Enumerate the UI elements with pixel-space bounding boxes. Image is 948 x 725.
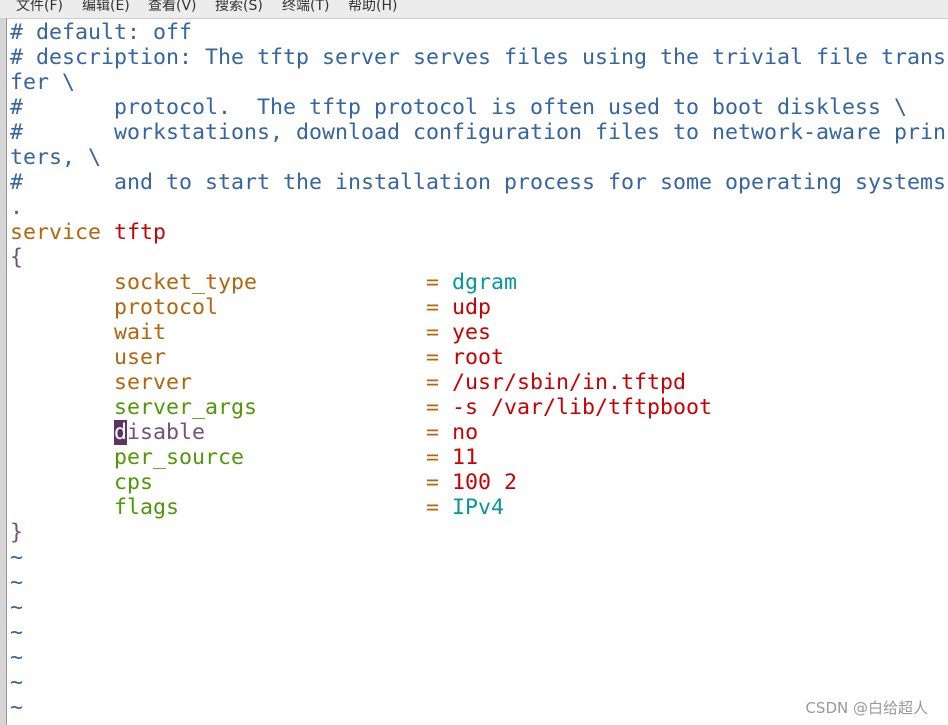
- editor-line: wait = yes: [10, 320, 946, 345]
- menu-item[interactable]: 编辑(E): [82, 0, 130, 13]
- editor-line: {: [10, 245, 946, 270]
- cursor: d: [114, 420, 128, 445]
- menu-item[interactable]: 帮助(H): [348, 0, 397, 13]
- code-token: =: [426, 270, 453, 295]
- code-token: # default: off: [10, 20, 193, 45]
- code-token: socket_type: [10, 270, 427, 295]
- code-token: ~: [10, 570, 24, 595]
- code-token: =: [426, 470, 453, 495]
- editor-line: ters, \: [10, 145, 946, 170]
- editor-line: server_args = -s /var/lib/tftpboot: [10, 395, 946, 420]
- editor-line: ~: [10, 645, 946, 670]
- editor-line: cps = 100 2: [10, 470, 946, 495]
- editor-line: # workstations, download configuration f…: [10, 120, 946, 145]
- code-token: tftp: [114, 220, 167, 245]
- code-token: }: [10, 520, 24, 545]
- editor-line: socket_type = dgram: [10, 270, 946, 295]
- code-token: /usr/sbin/in.tftpd: [452, 370, 687, 395]
- code-token: # description: The tftp server serves fi…: [10, 45, 947, 70]
- code-token: ~: [10, 545, 24, 570]
- menu-item[interactable]: 终端(T): [282, 0, 329, 13]
- menu-item[interactable]: 搜索(S): [215, 0, 263, 13]
- menu-bar: 文件(F) 编辑(E) 查看(V) 搜索(S) 终端(T) 帮助(H): [0, 0, 948, 19]
- editor-line: flags = IPv4: [10, 495, 946, 520]
- code-token: =: [426, 420, 453, 445]
- editor-line: ~: [10, 570, 946, 595]
- code-token: # and to start the installation process …: [10, 170, 947, 195]
- code-token: ~: [10, 695, 24, 720]
- code-token: no: [452, 420, 479, 445]
- editor-line: ~: [10, 670, 946, 695]
- menu-item[interactable]: 查看(V): [148, 0, 197, 13]
- code-token: =: [426, 495, 453, 520]
- code-token: flags: [10, 495, 427, 520]
- code-token: ~: [10, 595, 24, 620]
- code-token: =: [426, 320, 453, 345]
- code-token: fer \: [10, 70, 76, 95]
- code-token: server_args: [10, 395, 427, 420]
- code-token: isable: [127, 420, 427, 445]
- watermark: CSDN @白给超人: [805, 699, 928, 717]
- code-token: =: [426, 295, 453, 320]
- code-token: protocol: [10, 295, 427, 320]
- code-token: .: [10, 195, 24, 220]
- code-token: # workstations, download configuration f…: [10, 120, 947, 145]
- code-token: =: [426, 395, 453, 420]
- editor-line: service tftp: [10, 220, 946, 245]
- editor-line: ~: [10, 595, 946, 620]
- editor-line: ~: [10, 545, 946, 570]
- editor-line: ~: [10, 620, 946, 645]
- code-token: -s /var/lib/tftpboot: [452, 395, 713, 420]
- code-token: =: [426, 345, 453, 370]
- code-token: 11: [452, 445, 479, 470]
- vim-editor[interactable]: # default: off # description: The tftp se…: [10, 20, 946, 720]
- code-token: ters, \: [10, 145, 102, 170]
- editor-line: disable = no: [10, 420, 946, 445]
- code-token: server: [10, 370, 427, 395]
- code-token: ~: [10, 645, 24, 670]
- code-token: IPv4: [452, 495, 505, 520]
- editor-line: # description: The tftp server serves fi…: [10, 45, 946, 70]
- code-token: # protocol. The tftp protocol is often u…: [10, 95, 908, 120]
- code-token: 100 2: [452, 470, 518, 495]
- editor-line: .: [10, 195, 946, 220]
- editor-line: user = root: [10, 345, 946, 370]
- editor-line: protocol = udp: [10, 295, 946, 320]
- menu-item[interactable]: 文件(F): [16, 0, 63, 13]
- code-token: =: [426, 370, 453, 395]
- editor-line: # default: off: [10, 20, 946, 45]
- code-token: user: [10, 345, 427, 370]
- editor-line: server = /usr/sbin/in.tftpd: [10, 370, 946, 395]
- code-token: yes: [452, 320, 492, 345]
- editor-line: fer \: [10, 70, 946, 95]
- code-token: =: [426, 445, 453, 470]
- code-token: service: [10, 220, 115, 245]
- window-border: [0, 18, 7, 725]
- editor-line: }: [10, 520, 946, 545]
- code-token: ~: [10, 670, 24, 695]
- code-token: ~: [10, 620, 24, 645]
- editor-line: # and to start the installation process …: [10, 170, 946, 195]
- code-token: root: [452, 345, 505, 370]
- editor-line: # protocol. The tftp protocol is often u…: [10, 95, 946, 120]
- editor-line: per_source = 11: [10, 445, 946, 470]
- code-token: udp: [452, 295, 492, 320]
- code-token: per_source: [10, 445, 427, 470]
- code-token: cps: [10, 470, 427, 495]
- code-token: wait: [10, 320, 427, 345]
- code-token: dgram: [452, 270, 518, 295]
- code-token: {: [10, 245, 24, 270]
